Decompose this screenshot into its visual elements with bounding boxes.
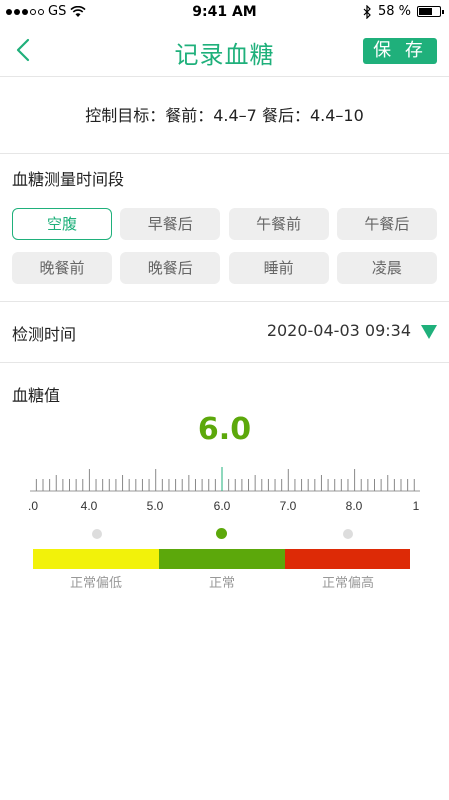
ruler-label: 5.0 xyxy=(147,499,164,513)
period-option[interactable]: 晚餐前 xyxy=(12,252,112,284)
range-dot-low xyxy=(92,529,102,539)
period-options: 空腹 早餐后 午餐前 午餐后晚餐前 晚餐后 睡前 凌晨 xyxy=(12,208,437,284)
dropdown-triangle-icon[interactable] xyxy=(421,325,437,339)
test-time-row[interactable]: 检测时间 2020-04-03 09:34 xyxy=(0,302,449,362)
period-option[interactable]: 空腹 xyxy=(12,208,112,240)
range-label-low: 正常偏低 xyxy=(69,576,122,591)
ruler-label: 6.0 xyxy=(214,499,231,513)
range-indicator xyxy=(0,528,449,542)
battery-percent: 58 % xyxy=(377,4,411,19)
status-bar: GS 9:41 AM 58 % xyxy=(0,0,449,24)
ruler-label: 7.0 xyxy=(280,499,297,513)
control-target: 控制目标：餐前：4.4–7 餐后：4.4–10 xyxy=(0,78,449,154)
divider xyxy=(0,362,449,363)
bluetooth-icon xyxy=(363,4,371,19)
glucose-value: 6.0 xyxy=(197,412,252,447)
range-dot-high xyxy=(343,529,353,539)
range-label-high: 正常偏高 xyxy=(321,576,374,591)
test-time-value[interactable]: 2020-04-03 09:34 xyxy=(267,321,411,340)
glucose-label: 血糖值 xyxy=(12,386,61,405)
range-dot-normal xyxy=(216,528,227,539)
range-bar-low xyxy=(33,549,159,569)
ruler-label: 1 xyxy=(413,499,420,513)
status-right: 58 % xyxy=(363,4,444,19)
period-option[interactable]: 晚餐后 xyxy=(120,252,221,284)
ruler-label: 4.0 xyxy=(81,499,98,513)
ruler-label: .0 xyxy=(28,499,38,513)
range-bar xyxy=(33,549,410,569)
period-option[interactable]: 凌晨 xyxy=(336,252,437,284)
range-label-normal: 正常 xyxy=(208,576,235,591)
period-option[interactable]: 午餐后 xyxy=(336,208,437,240)
test-time-label: 检测时间 xyxy=(12,325,77,344)
ruler-label: 8.0 xyxy=(346,499,363,513)
save-button[interactable]: 保 存 xyxy=(363,38,437,64)
battery-icon xyxy=(417,6,444,17)
range-labels: 正常偏低 正常 正常偏高 xyxy=(33,572,410,591)
range-bar-high xyxy=(285,549,410,569)
period-option[interactable]: 午餐前 xyxy=(228,208,329,240)
range-bar-normal xyxy=(159,549,285,569)
period-option[interactable]: 睡前 xyxy=(228,252,329,284)
period-label: 血糖测量时间段 xyxy=(12,170,125,189)
nav-bar: 记录血糖 保 存 xyxy=(0,24,449,77)
period-option[interactable]: 早餐后 xyxy=(120,208,221,240)
glucose-ruler[interactable]: .0 4.0 5.0 6.0 7.0 8.0 1 xyxy=(0,458,449,518)
